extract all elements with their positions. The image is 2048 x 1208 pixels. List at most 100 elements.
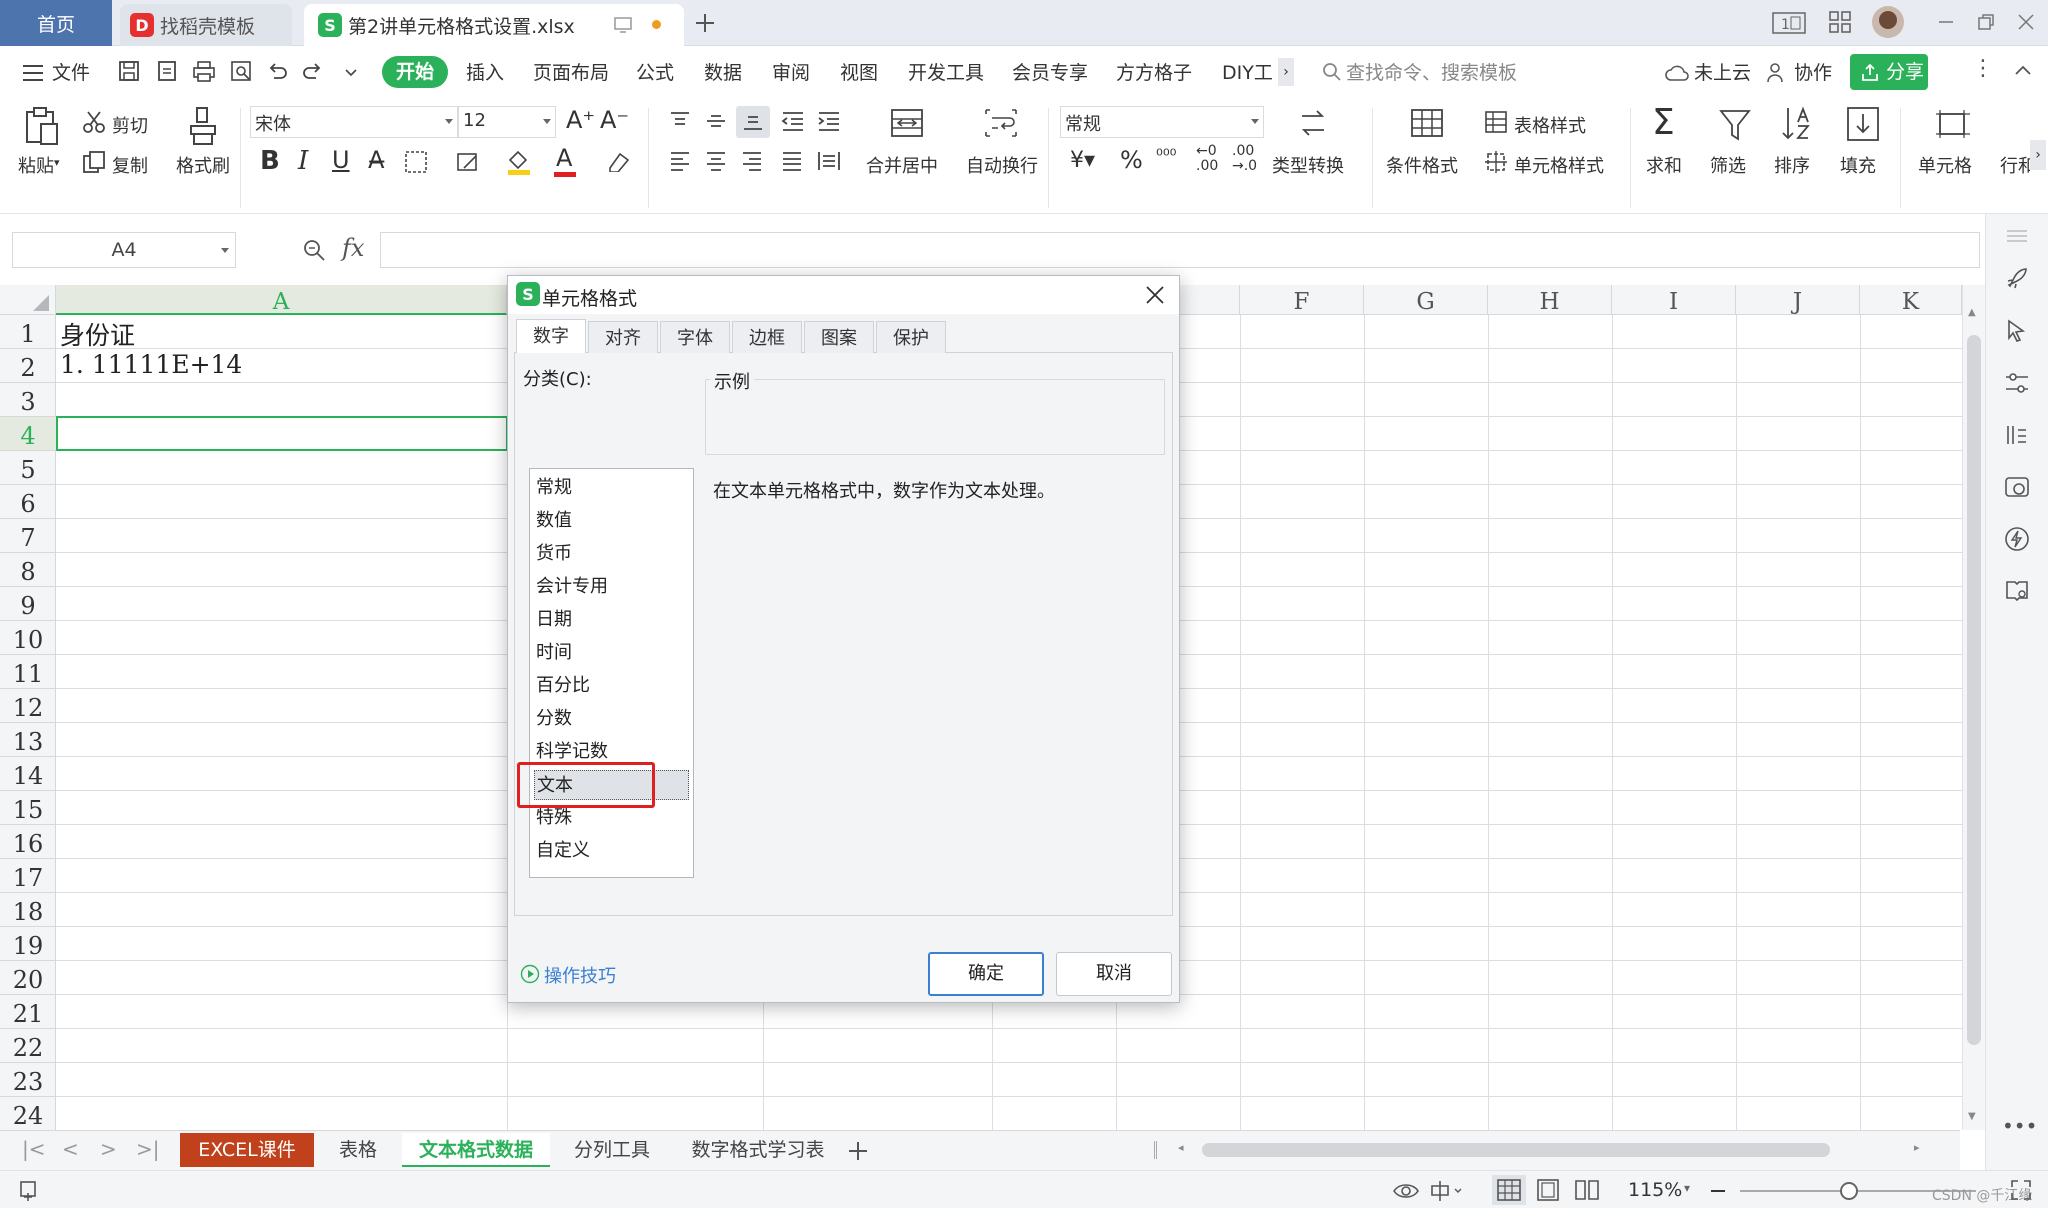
clear-format-icon[interactable]: [604, 150, 630, 172]
row-header-10[interactable]: 10: [0, 621, 56, 655]
menu-formula[interactable]: 公式: [636, 58, 674, 88]
zoom-level[interactable]: 115%: [1628, 1179, 1682, 1201]
zoom-slider-handle[interactable]: [1840, 1182, 1858, 1200]
column-header-g[interactable]: G: [1364, 285, 1488, 315]
table-tools-icon[interactable]: [2004, 422, 2030, 448]
select-cursor-icon[interactable]: [2004, 318, 2030, 344]
split-handle-icon[interactable]: [1154, 1141, 1157, 1159]
scroll-left-icon[interactable]: ◂: [1178, 1141, 1184, 1154]
sheet-tab-excel-course[interactable]: EXCEL课件: [180, 1133, 314, 1167]
conditional-format-button[interactable]: 条件格式: [1386, 152, 1458, 178]
column-header-i[interactable]: I: [1612, 285, 1736, 315]
quick-access-more-icon[interactable]: [344, 68, 358, 78]
adjust-slider-icon[interactable]: [2004, 370, 2030, 396]
macro-record-icon[interactable]: [18, 1179, 42, 1203]
eye-protection-icon[interactable]: [1392, 1179, 1420, 1203]
row-header-2[interactable]: 2: [0, 349, 56, 383]
row-header-5[interactable]: 5: [0, 451, 56, 485]
last-sheet-icon[interactable]: >|: [136, 1137, 160, 1161]
copy-button[interactable]: 复制: [112, 152, 148, 178]
column-header-h[interactable]: H: [1488, 285, 1612, 315]
grid-apps-icon[interactable]: [1828, 10, 1852, 34]
category-date[interactable]: 日期: [534, 605, 689, 635]
next-sheet-icon[interactable]: >: [100, 1137, 117, 1161]
cell-style-button[interactable]: 单元格样式: [1514, 152, 1604, 178]
cut-button[interactable]: 剪切: [112, 112, 148, 138]
format-painter-button[interactable]: 格式刷: [176, 152, 230, 178]
lightning-icon[interactable]: [2004, 526, 2030, 552]
panel-collapse-icon[interactable]: [2006, 228, 2028, 244]
percent-icon[interactable]: %: [1120, 146, 1143, 174]
cell-button[interactable]: 单元格: [1918, 152, 1972, 178]
special-effect-icon[interactable]: [456, 150, 482, 174]
align-right-icon[interactable]: [740, 150, 764, 172]
sheet-tab-number-format[interactable]: 数字格式学习表: [676, 1133, 840, 1167]
decrease-indent-icon[interactable]: [780, 110, 806, 132]
menu-page-layout[interactable]: 页面布局: [533, 58, 609, 88]
tab-home[interactable]: 首页: [0, 0, 112, 46]
font-color-icon[interactable]: A: [556, 144, 572, 172]
scroll-right-icon[interactable]: ▸: [1914, 1141, 1920, 1154]
increase-font-icon[interactable]: A⁺: [566, 106, 595, 134]
selected-cell-a4[interactable]: [56, 416, 508, 451]
align-middle-icon[interactable]: [704, 110, 728, 132]
zoom-out-icon[interactable]: [1708, 1181, 1728, 1201]
dialog-title-bar[interactable]: S 单元格格式: [508, 276, 1179, 314]
cancel-button[interactable]: 取消: [1056, 952, 1172, 996]
paste-button[interactable]: 粘贴: [18, 152, 54, 178]
zoom-dropdown-icon[interactable]: ▾: [1684, 1181, 1690, 1195]
page-layout-view-icon[interactable]: [1536, 1179, 1560, 1201]
dialog-close-icon[interactable]: [1144, 284, 1166, 306]
italic-icon[interactable]: I: [298, 146, 308, 176]
dialog-tab-number[interactable]: 数字: [516, 319, 586, 353]
row-header-13[interactable]: 13: [0, 723, 56, 757]
more-options-icon[interactable]: ⋮: [1972, 56, 1994, 81]
type-convert-button[interactable]: 类型转换: [1272, 152, 1344, 178]
input-method-icon[interactable]: [1428, 1179, 1464, 1203]
menu-data[interactable]: 数据: [704, 58, 742, 88]
row-header-12[interactable]: 12: [0, 689, 56, 723]
row-header-4[interactable]: 4: [0, 417, 56, 451]
increase-decimal-icon[interactable]: ←0.00: [1196, 144, 1218, 174]
category-list[interactable]: 常规 数值 货币 会计专用 日期 时间 百分比 分数 科学记数 文本 特殊 自定…: [529, 468, 694, 878]
zoom-formula-icon[interactable]: [302, 238, 326, 262]
number-format-select[interactable]: 常规: [1060, 106, 1264, 138]
sheet-tab-text-format-data[interactable]: 文本格式数据: [402, 1133, 550, 1167]
currency-icon[interactable]: ¥▾: [1070, 148, 1095, 173]
font-size-select[interactable]: 12: [458, 106, 556, 138]
dialog-tab-alignment[interactable]: 对齐: [588, 321, 658, 353]
row-header-22[interactable]: 22: [0, 1029, 56, 1063]
tab-find-template[interactable]: D 找稻壳模板: [120, 4, 292, 46]
justify-icon[interactable]: [780, 150, 804, 172]
cloud-status[interactable]: 未上云: [1694, 58, 1751, 88]
row-header-9[interactable]: 9: [0, 587, 56, 621]
row-header-14[interactable]: 14: [0, 757, 56, 791]
cell-a2[interactable]: 1. 11111E+14: [60, 350, 242, 379]
new-tab-plus-icon[interactable]: [694, 12, 716, 34]
column-header-a[interactable]: A: [56, 285, 507, 315]
ribbon-scroll-right-icon[interactable]: ›: [2030, 140, 2046, 170]
menu-insert[interactable]: 插入: [466, 58, 504, 88]
strikethrough-icon[interactable]: A̶: [368, 146, 384, 174]
dialog-tab-protection[interactable]: 保护: [876, 321, 946, 353]
image-tools-icon[interactable]: [2004, 474, 2030, 500]
column-header-f[interactable]: F: [1240, 285, 1364, 315]
share-button[interactable]: 分享: [1850, 54, 1928, 90]
paste-icon[interactable]: [24, 106, 60, 146]
avatar[interactable]: [1872, 6, 1904, 38]
sheet-tab-split-tool[interactable]: 分列工具: [556, 1133, 668, 1167]
category-number[interactable]: 数值: [534, 506, 689, 536]
align-bottom-button[interactable]: [736, 106, 770, 138]
prev-sheet-icon[interactable]: <: [62, 1137, 79, 1161]
decrease-decimal-icon[interactable]: .00 →.0: [1232, 144, 1257, 174]
category-fraction[interactable]: 分数: [534, 704, 689, 734]
add-sheet-plus-icon[interactable]: [848, 1141, 868, 1161]
ok-button[interactable]: 确定: [928, 952, 1044, 996]
align-top-icon[interactable]: [668, 110, 692, 132]
column-header-k[interactable]: K: [1860, 285, 1962, 315]
book-search-icon[interactable]: [2004, 578, 2030, 604]
column-header-j[interactable]: J: [1736, 285, 1860, 315]
category-time[interactable]: 时间: [534, 638, 689, 668]
save-icon[interactable]: [118, 60, 140, 82]
font-name-select[interactable]: 宋体: [250, 106, 458, 138]
